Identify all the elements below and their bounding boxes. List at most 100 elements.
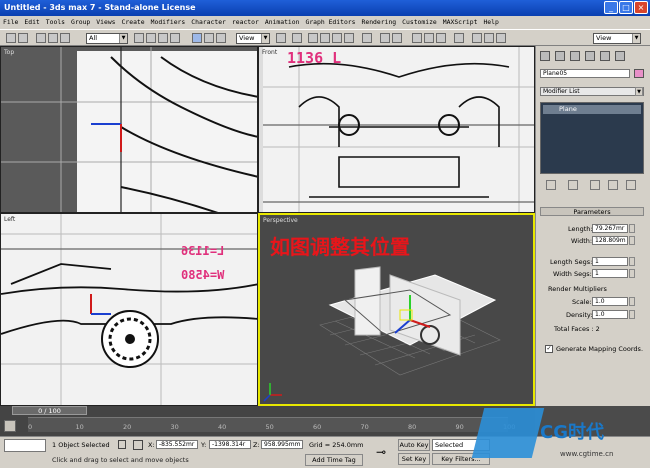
- track-bar-menu-icon[interactable]: [4, 420, 16, 432]
- modifier-list-dropdown[interactable]: Modifier List ▼: [540, 87, 644, 96]
- select-by-name-icon[interactable]: [146, 33, 156, 43]
- render-view-dropdown[interactable]: View ▼: [593, 33, 641, 44]
- render-multipliers-label: Render Multipliers: [548, 285, 607, 293]
- add-time-tag-button[interactable]: Add Time Tag: [305, 454, 363, 466]
- menu-animation[interactable]: Animation: [262, 16, 303, 29]
- percent-snap-icon[interactable]: [332, 33, 342, 43]
- width-segs-spinner[interactable]: [629, 269, 635, 278]
- redo-icon[interactable]: [18, 33, 28, 43]
- menu-group[interactable]: Group: [68, 16, 93, 29]
- menu-create[interactable]: Create: [119, 16, 148, 29]
- y-coordinate-field[interactable]: -1398.314r: [209, 440, 251, 449]
- x-coordinate-field[interactable]: -835.552mr: [156, 440, 198, 449]
- menu-file[interactable]: File: [0, 16, 21, 29]
- selection-filter-dropdown[interactable]: All ▼: [86, 33, 128, 44]
- menu-reactor[interactable]: reactor: [229, 16, 262, 29]
- menu-graph-editors[interactable]: Graph Editors: [302, 16, 358, 29]
- length-segs-spinner[interactable]: [629, 257, 635, 266]
- link-icon[interactable]: [36, 33, 46, 43]
- menu-rendering[interactable]: Rendering: [359, 16, 400, 29]
- remove-modifier-icon[interactable]: [608, 180, 618, 190]
- snaps-toggle-icon[interactable]: [308, 33, 318, 43]
- density-field[interactable]: 1.0: [592, 310, 628, 319]
- mirror-icon[interactable]: [380, 33, 390, 43]
- absolute-mode-icon[interactable]: [133, 440, 143, 450]
- select-object-icon[interactable]: [134, 33, 144, 43]
- layer-manager-icon[interactable]: [412, 33, 422, 43]
- select-manipulate-icon[interactable]: [292, 33, 302, 43]
- viewport-label-perspective[interactable]: Perspective: [263, 217, 298, 224]
- region-select-icon[interactable]: [158, 33, 168, 43]
- make-unique-icon[interactable]: [590, 180, 600, 190]
- scale-spinner[interactable]: [629, 297, 635, 306]
- set-key-button[interactable]: Set Key: [398, 453, 430, 465]
- maxscript-listener-box[interactable]: [4, 439, 46, 452]
- bind-space-warp-icon[interactable]: [60, 33, 70, 43]
- reference-coord-dropdown[interactable]: View ▼: [236, 33, 270, 44]
- width-segs-field[interactable]: 1: [592, 269, 628, 278]
- angle-snap-icon[interactable]: [320, 33, 330, 43]
- menu-character[interactable]: Character: [188, 16, 229, 29]
- viewport-left[interactable]: L=1136 W=4580 Left: [0, 213, 258, 406]
- align-icon[interactable]: [392, 33, 402, 43]
- modify-tab-icon[interactable]: [555, 51, 565, 61]
- viewport-perspective[interactable]: 如图调整其位置 Perspective: [258, 213, 535, 406]
- density-label: Density:: [566, 311, 593, 319]
- stack-item-plane[interactable]: Plane: [543, 105, 641, 114]
- menu-tools[interactable]: Tools: [43, 16, 68, 29]
- viewport-label-left[interactable]: Left: [4, 216, 15, 223]
- menu-edit[interactable]: Edit: [21, 16, 42, 29]
- density-spinner[interactable]: [629, 310, 635, 319]
- create-tab-icon[interactable]: [540, 51, 550, 61]
- window-crossing-icon[interactable]: [170, 33, 180, 43]
- auto-key-button[interactable]: Auto Key: [398, 439, 430, 451]
- menu-views[interactable]: Views: [93, 16, 118, 29]
- z-coordinate-field[interactable]: 958.995mm: [261, 440, 303, 449]
- timeline-tick-label: 0: [28, 423, 33, 431]
- pin-stack-icon[interactable]: [546, 180, 556, 190]
- pivot-center-icon[interactable]: [276, 33, 286, 43]
- generate-mapping-checkbox[interactable]: ✓: [545, 345, 553, 353]
- object-color-swatch[interactable]: [634, 69, 644, 78]
- hierarchy-tab-icon[interactable]: [570, 51, 580, 61]
- viewport-label-top[interactable]: Top: [4, 49, 14, 56]
- motion-tab-icon[interactable]: [585, 51, 595, 61]
- utilities-tab-icon[interactable]: [615, 51, 625, 61]
- spinner-snap-icon[interactable]: [344, 33, 354, 43]
- material-editor-icon[interactable]: [454, 33, 464, 43]
- time-slider[interactable]: 0 / 100: [12, 406, 87, 415]
- render-scene-icon[interactable]: [472, 33, 482, 43]
- parameters-rollout-header[interactable]: Parameters: [540, 207, 644, 216]
- width-spinner[interactable]: [629, 236, 635, 245]
- curve-editor-icon[interactable]: [424, 33, 434, 43]
- unlink-icon[interactable]: [48, 33, 58, 43]
- configure-modifier-sets-icon[interactable]: [626, 180, 636, 190]
- select-scale-icon[interactable]: [216, 33, 226, 43]
- schematic-view-icon[interactable]: [436, 33, 446, 43]
- display-tab-icon[interactable]: [600, 51, 610, 61]
- viewport-top[interactable]: Top: [0, 46, 258, 213]
- show-end-result-icon[interactable]: [568, 180, 578, 190]
- menu-maxscript[interactable]: MAXScript: [440, 16, 481, 29]
- select-move-icon[interactable]: [192, 33, 202, 43]
- viewport-label-front[interactable]: Front: [262, 49, 277, 56]
- named-selection-icon[interactable]: [362, 33, 372, 43]
- object-name-field[interactable]: Plane05: [540, 69, 630, 78]
- length-spinner[interactable]: [629, 224, 635, 233]
- scale-field[interactable]: 1.0: [592, 297, 628, 306]
- minimize-button[interactable]: _: [604, 1, 618, 14]
- menu-modifiers[interactable]: Modifiers: [148, 16, 189, 29]
- menu-customize[interactable]: Customize: [399, 16, 440, 29]
- lock-selection-icon[interactable]: [118, 440, 126, 449]
- undo-icon[interactable]: [6, 33, 16, 43]
- menu-help[interactable]: Help: [480, 16, 501, 29]
- select-rotate-icon[interactable]: [204, 33, 214, 43]
- render-type-icon[interactable]: [496, 33, 506, 43]
- length-segs-field[interactable]: 1: [592, 257, 628, 266]
- maximize-button[interactable]: □: [619, 1, 633, 14]
- quick-render-icon[interactable]: [484, 33, 494, 43]
- close-button[interactable]: ×: [634, 1, 648, 14]
- width-field[interactable]: 128.809m: [592, 236, 628, 245]
- length-field[interactable]: 79.267mr: [592, 224, 628, 233]
- viewport-front[interactable]: 1136 L Front: [258, 46, 535, 213]
